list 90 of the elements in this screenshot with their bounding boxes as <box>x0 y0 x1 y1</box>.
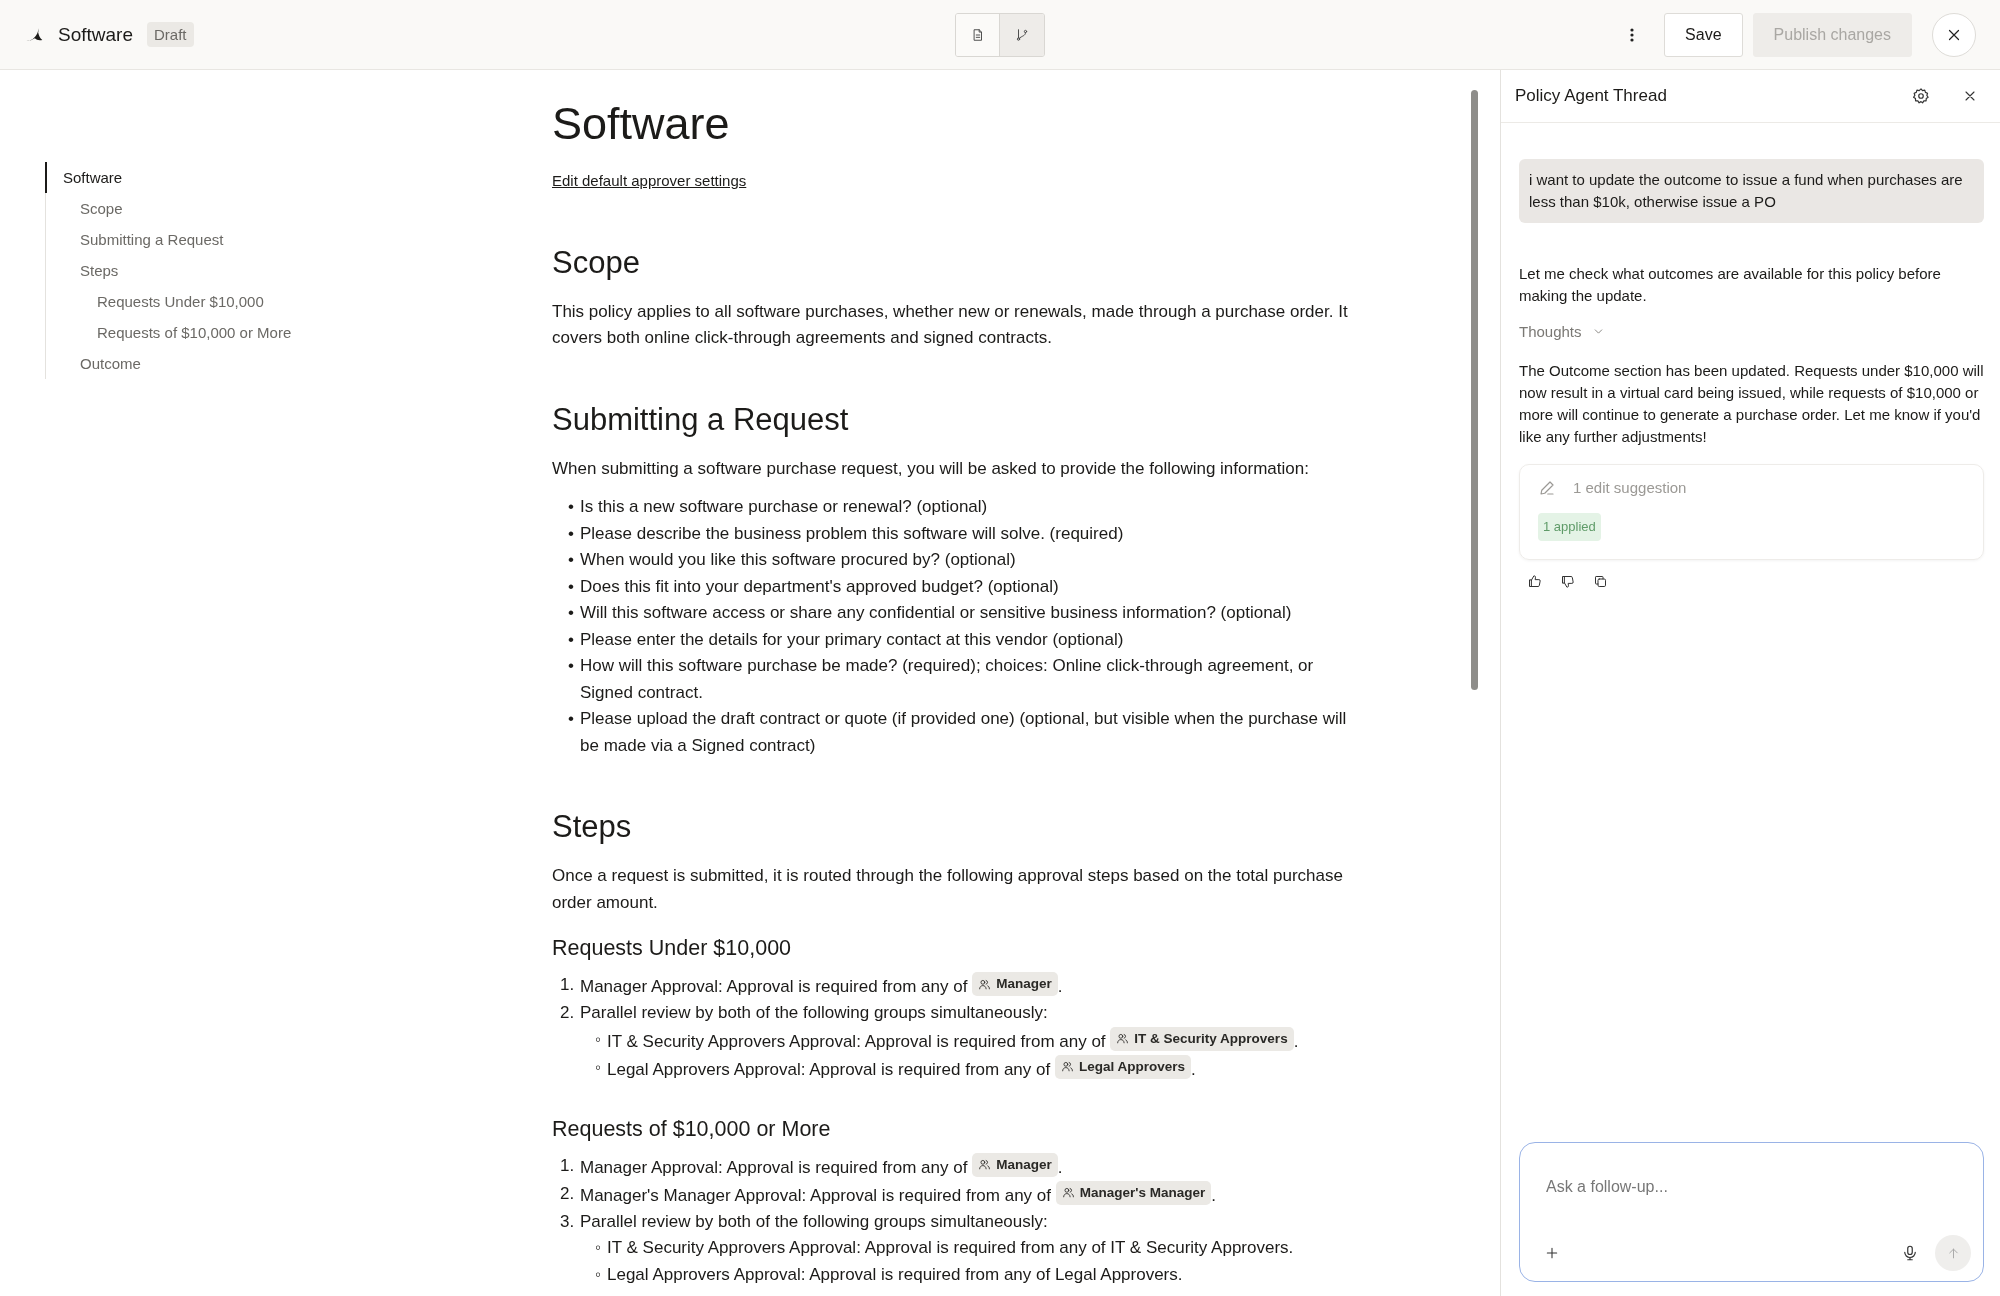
paragraph: When submitting a software purchase request, you will be asked to provide the following information: <box>552 457 1310 480</box>
scrollbar-thumb[interactable] <box>1470 90 1478 690</box>
list-marker: • <box>567 655 574 677</box>
list-marker: • <box>567 575 574 598</box>
thoughts-toggle[interactable]: Thoughts <box>1519 323 1605 340</box>
section-heading: Steps <box>552 808 633 846</box>
people-icon <box>1060 1060 1074 1073</box>
list-marker: ◦ <box>593 1263 601 1286</box>
outline-item[interactable]: Submitting a Request <box>45 224 224 255</box>
microphone-icon <box>1901 1244 1919 1262</box>
punctuation: . <box>1190 1059 1196 1078</box>
settings-link[interactable]: Edit default approver settings <box>552 172 747 189</box>
outline-item[interactable]: Steps <box>45 255 119 286</box>
group-name: Manager <box>996 1155 1052 1174</box>
list-marker: ◦ <box>593 1028 601 1051</box>
list-item-text: Parallel review by both of the following groups simultaneously: <box>580 1003 1048 1022</box>
list-marker: ◦ <box>593 1237 601 1259</box>
people-icon <box>978 1158 992 1171</box>
subsection-heading: Requests Under $10,000 <box>552 935 793 962</box>
list-marker: • <box>567 496 574 518</box>
paragraph: Once a request is submitted, it is routed through the following approval steps based on the total purchase order amount. <box>552 865 1344 914</box>
follow-up-input[interactable]: Ask a follow-up... <box>1520 1143 1983 1203</box>
paragraph: This policy applies to all software purchases, whether new or renewals, made through a purchase order. It covers both online click-through agreements and signed contracts. <box>552 300 1349 349</box>
list-item-text: Please enter the details for your primary contact at this vendor (optional) <box>580 629 1124 649</box>
pencil-icon <box>1538 479 1556 497</box>
people-icon <box>1061 1186 1075 1199</box>
gear-icon <box>1912 87 1930 105</box>
page-heading: Software <box>552 97 731 151</box>
composer-box[interactable]: Ask a follow-up... <box>1519 1142 1984 1282</box>
assistant-message: The Outcome section has been updated. Requests under $10,000 will now result in a virtual card being issued, while requests of $10,000 or more will continue to generate a purchase order. Let me know if you'd like any further adjustments! <box>1519 361 1984 447</box>
list-item-text: Manager Approval: Approval is required from any of <box>580 1157 968 1176</box>
outline-item[interactable]: Requests of $10,000 or More <box>45 317 292 348</box>
list-marker: 2. <box>560 1182 574 1205</box>
list-item-text: Legal Approvers Approval: Approval is required from any of <box>607 1059 1051 1078</box>
list-item-text: Please describe the business problem this software will solve. (required) <box>580 523 1124 543</box>
list-marker: • <box>567 708 574 730</box>
outline-item[interactable]: Scope <box>45 193 123 224</box>
list-marker: 1. <box>560 974 574 996</box>
suggestion-label: 1 edit suggestion <box>1573 478 1687 498</box>
punctuation: . <box>1293 1031 1299 1050</box>
group-name: Manager's Manager <box>1079 1183 1206 1202</box>
list-item-text: When would you like this software procured by? (optional) <box>580 550 1016 569</box>
list-item-text: Manager Approval: Approval is required from any of <box>580 976 968 996</box>
list-marker: 3. <box>560 1210 574 1233</box>
thumbs-down-icon <box>1560 574 1575 589</box>
list-marker: • <box>567 522 574 545</box>
document-title: Software <box>58 23 133 46</box>
list-item-text: Is this a new software purchase or renewal? (optional) <box>580 497 988 516</box>
list-item-text: IT & Security Approvers Approval: Approval is required from any of <box>607 1031 1106 1050</box>
list-marker: ◦ <box>593 1056 601 1079</box>
close-button[interactable] <box>1932 12 1976 57</box>
list-item-text: Will this software access or share any confidential or sensitive business information? (optional) <box>580 603 1292 622</box>
list-item-text: Parallel review by both of the following groups simultaneously: <box>580 1211 1048 1231</box>
list-marker: 2. <box>560 1002 574 1024</box>
save-button[interactable]: Save <box>1664 12 1743 57</box>
thumbs-up-icon <box>1527 574 1542 589</box>
people-icon <box>1116 1032 1130 1045</box>
copy-icon <box>1593 574 1608 589</box>
list-item-text: Manager's Manager Approval: Approval is required from any of <box>580 1185 1051 1204</box>
kebab-icon <box>1630 27 1635 42</box>
section-heading: Scope <box>552 243 641 282</box>
outline-item[interactable]: Requests Under $10,000 <box>45 286 264 317</box>
group-name: Legal Approvers <box>1078 1057 1185 1076</box>
group-name: Manager <box>996 975 1052 993</box>
plus-icon <box>1544 1245 1560 1261</box>
list-item-text: IT & Security Approvers Approval: Approval is required from any of IT & Security Approvers. <box>607 1238 1294 1257</box>
list-marker: 1. <box>560 1154 574 1177</box>
group-name: IT & Security Approvers <box>1134 1029 1288 1048</box>
punctuation: . <box>1057 1157 1063 1176</box>
people-icon <box>978 977 992 991</box>
list-marker: • <box>567 549 574 571</box>
subsection-heading: Requests of $10,000 or More <box>552 1115 832 1143</box>
list-item-text: Legal Approvers Approval: Approval is required from any of Legal Approvers. <box>607 1264 1183 1284</box>
list-item-text: How will this software purchase be made? (required); choices: Online click-through agreement, or Signed contract. <box>580 656 1314 702</box>
outline-item[interactable]: Outcome <box>45 348 141 379</box>
section-heading: Submitting a Request <box>552 400 850 439</box>
status-badge: Draft <box>147 22 194 47</box>
document-view-button[interactable] <box>956 13 1000 56</box>
panel-title: Policy Agent Thread <box>1515 86 1668 106</box>
assistant-message: Let me check what outcomes are available for this policy before making the update. <box>1519 264 1942 306</box>
list-marker: • <box>567 602 574 624</box>
list-item-text: Please upload the draft contract or quote (if provided one) (optional, but visible when the purchase will be made via a Signed contract) <box>580 709 1347 755</box>
list-marker: • <box>567 628 574 651</box>
outline-item[interactable]: Software <box>45 162 123 193</box>
list-item-text: Does this fit into your department's approved budget? (optional) <box>580 576 1059 596</box>
punctuation: . <box>1211 1185 1216 1204</box>
user-message: i want to update the outcome to issue a fund when purchases are less than $10k, otherwise issue a PO <box>1519 159 1984 223</box>
punctuation: . <box>1057 976 1063 996</box>
branch-icon <box>1015 27 1029 42</box>
applied-badge: 1 applied <box>1538 513 1601 541</box>
